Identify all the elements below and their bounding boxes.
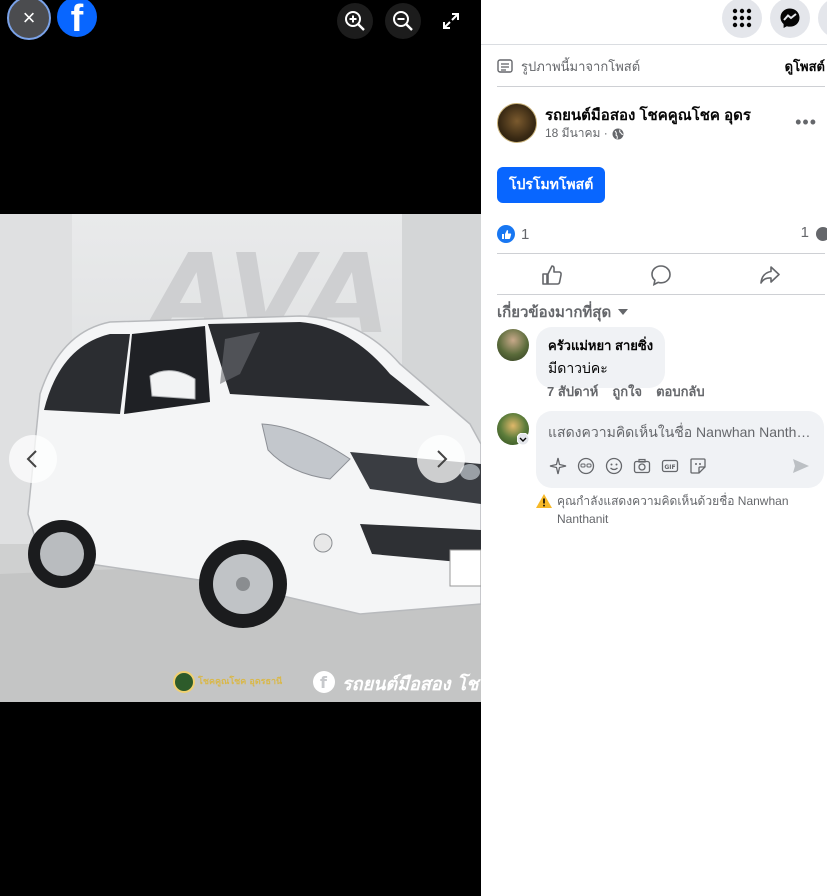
comment-meta: 7 สัปดาห์ ถูกใจ ตอบกลับ <box>547 381 705 402</box>
zoom-in-icon <box>345 11 365 31</box>
fullscreen-button[interactable] <box>433 3 469 39</box>
fullscreen-icon <box>443 13 459 29</box>
more-options-button[interactable]: ••• <box>795 112 817 133</box>
close-icon: × <box>22 5 36 30</box>
grid-menu-icon <box>732 8 752 28</box>
gif-icon: GIF <box>661 459 678 472</box>
sticker-button[interactable] <box>688 456 707 475</box>
globe-icon <box>612 128 624 139</box>
zoom-out-icon <box>393 11 413 31</box>
comment-text: มีดาวบ่คะ <box>548 360 608 376</box>
comment-author[interactable]: ครัวแม่หยา สายซิ่ง <box>548 335 653 356</box>
comment-composer[interactable]: แสดงความคิดเห็นในชื่อ Nanwhan Nanthanit … <box>536 411 824 488</box>
send-button[interactable] <box>792 458 810 479</box>
share-button[interactable] <box>740 264 800 286</box>
next-photo-button[interactable] <box>417 435 465 483</box>
comment-sort-dropdown[interactable]: เกี่ยวข้องมากที่สุด <box>497 300 629 324</box>
avatar-sticker-button[interactable] <box>548 456 567 475</box>
post-actions <box>497 254 825 295</box>
send-icon <box>793 459 809 473</box>
from-post-text: รูปภาพนี้มาจากโพสต์ <box>521 58 641 74</box>
comment-icon <box>651 264 671 286</box>
commenting-as-warning: คุณกำลังแสดงความคิดเห็นด้วยชื่อ Nanwhan … <box>535 492 815 528</box>
comment-button[interactable] <box>631 264 691 286</box>
car-photo: AVA โชคคูณโชค อุดรธานี f รถยนต์มือสอง โช <box>0 214 481 702</box>
view-post-link[interactable]: ดูโพสต์ <box>785 56 825 77</box>
messenger-icon <box>780 8 800 28</box>
svg-text:f: f <box>320 673 328 692</box>
chevron-right-icon <box>437 450 448 468</box>
divider <box>497 294 825 295</box>
reaction-summary[interactable]: 1 <box>497 225 529 243</box>
post-date: 18 มีนาคม · <box>545 124 624 143</box>
comment-time[interactable]: 7 สัปดาห์ <box>547 381 598 402</box>
like-button[interactable] <box>522 264 582 286</box>
dealer-logo-text: โชคคูณโชค อุดรธานี <box>197 675 283 687</box>
share-icon <box>760 265 781 284</box>
chevron-left-icon <box>26 450 37 468</box>
promote-post-button[interactable]: โปรโมทโพสต์ <box>497 167 606 203</box>
sparkle-icon <box>549 457 566 474</box>
post-panel: รูปภาพนี้มาจากโพสต์ ดูโพสต์ รถยนต์มือสอง… <box>481 0 827 896</box>
gif-button[interactable]: GIF <box>660 456 679 475</box>
caret-down-icon <box>618 309 629 315</box>
photo-banner-text: รถยนต์มือสอง โช <box>342 673 481 695</box>
divider <box>497 86 825 87</box>
comment-count-text: 1 <box>800 224 809 241</box>
comment-sort-label: เกี่ยวข้องมากที่สุด <box>497 304 612 321</box>
photo-viewer: × f AVA โชคคูณโชค อุดรธานี f รถยนต์มือสอ… <box>0 0 481 896</box>
comment-bubble-icon <box>816 226 827 241</box>
account-button[interactable] <box>818 0 827 38</box>
photo-button[interactable] <box>632 456 651 475</box>
comment-count[interactable]: 1 <box>801 224 827 241</box>
previous-photo-button[interactable] <box>9 435 57 483</box>
post-date-text[interactable]: 18 มีนาคม · <box>545 124 608 143</box>
face-outline-icon <box>577 457 594 474</box>
comment-like-link[interactable]: ถูกใจ <box>612 381 642 402</box>
warning-text: คุณกำลังแสดงความคิดเห็นด้วยชื่อ Nanwhan … <box>557 494 789 526</box>
sticker-icon <box>689 457 706 474</box>
menu-button[interactable] <box>722 0 762 38</box>
messenger-button[interactable] <box>770 0 810 38</box>
from-post-row: รูปภาพนี้มาจากโพสต์ ดูโพสต์ <box>497 56 827 76</box>
zoom-in-button[interactable] <box>337 3 373 39</box>
reaction-count: 1 <box>521 225 530 243</box>
svg-text:GIF: GIF <box>664 464 675 471</box>
zoom-out-button[interactable] <box>385 3 421 39</box>
composer-tools: GIF <box>548 456 707 475</box>
comment-reply-link[interactable]: ตอบกลับ <box>656 381 705 402</box>
thumbs-up-icon <box>541 264 562 285</box>
smiley-icon <box>605 457 622 474</box>
facebook-logo[interactable]: f <box>57 0 97 37</box>
ai-button[interactable] <box>576 456 595 475</box>
camera-icon <box>633 458 650 473</box>
comment-bubble: ครัวแม่หยา สายซิ่ง มีดาวบ่คะ <box>536 327 666 388</box>
page-avatar[interactable] <box>497 103 537 143</box>
warning-icon <box>536 494 552 508</box>
post-document-icon <box>497 59 513 73</box>
emoji-button[interactable] <box>604 456 623 475</box>
commenter-avatar[interactable] <box>497 329 529 361</box>
close-button[interactable]: × <box>7 0 51 40</box>
like-reaction-icon <box>497 225 515 243</box>
chevron-down-icon[interactable] <box>517 433 529 445</box>
comment-input[interactable]: แสดงความคิดเห็นในชื่อ Nanwhan Nanthanit <box>548 422 812 444</box>
top-bar <box>481 0 827 45</box>
facebook-icon: f <box>70 0 84 37</box>
